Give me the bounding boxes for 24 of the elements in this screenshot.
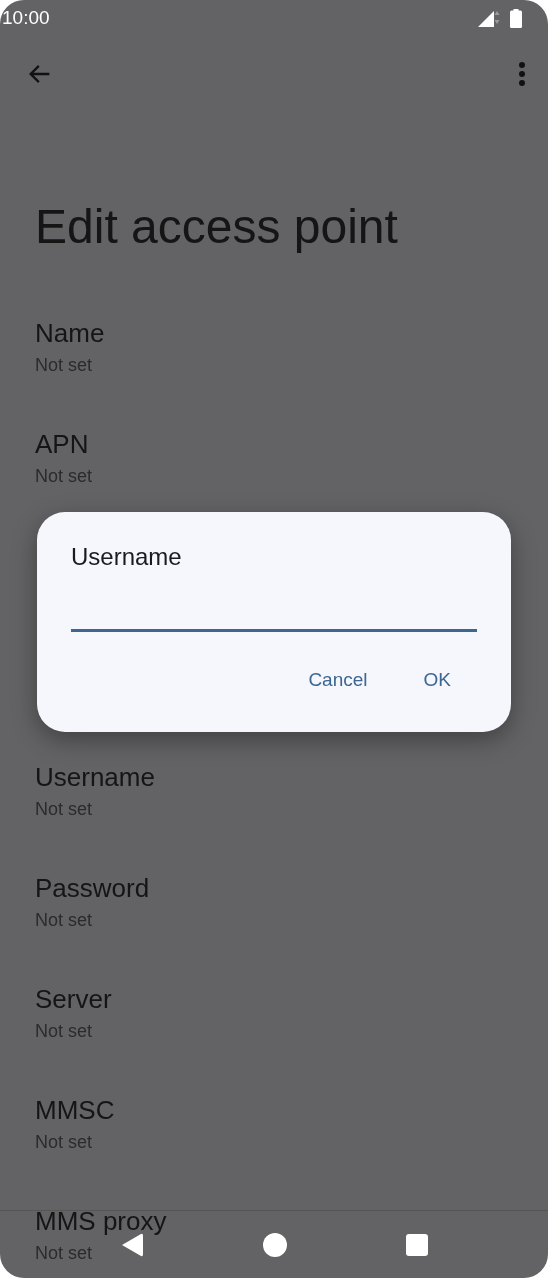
dialog-button[interactable]: OK	[407, 660, 467, 701]
battery-icon	[510, 8, 522, 28]
recents-icon[interactable]	[406, 1233, 429, 1256]
setting-title[interactable]: MMSC	[35, 1094, 115, 1126]
setting-title[interactable]: Name	[35, 317, 105, 349]
dialog-title: Username	[71, 542, 182, 572]
dialog-button[interactable]: Cancel	[292, 660, 384, 701]
setting-title[interactable]: Server	[35, 983, 112, 1015]
setting-title[interactable]: Password	[35, 872, 150, 904]
setting-title[interactable]: MMS proxy	[35, 1205, 167, 1237]
setting-title[interactable]: Username	[35, 761, 155, 793]
more-options-icon[interactable]	[518, 62, 526, 86]
signal-icon	[478, 9, 502, 27]
status-time: 10:00	[2, 5, 50, 30]
setting-summary: Not set	[35, 1242, 93, 1265]
setting-summary: Not set	[35, 1020, 93, 1043]
setting-summary: Not set	[35, 354, 93, 377]
setting-title[interactable]: APN	[35, 428, 89, 460]
setting-summary: Not set	[35, 465, 93, 488]
home-icon[interactable]	[263, 1232, 287, 1257]
setting-summary: Not set	[35, 909, 93, 932]
setting-summary: Not set	[35, 798, 93, 821]
page-title: Edit access point	[34, 199, 399, 255]
setting-summary: Not set	[35, 1131, 93, 1154]
